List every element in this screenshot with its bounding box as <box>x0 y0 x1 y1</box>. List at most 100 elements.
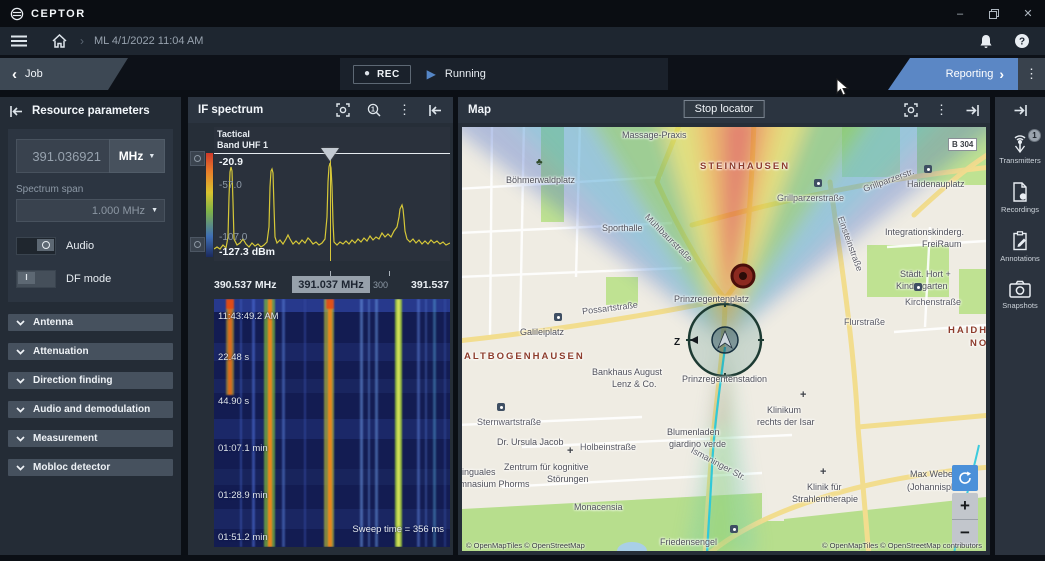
camera-icon <box>1009 280 1031 298</box>
tab-reporting[interactable]: Reporting › <box>888 58 1018 90</box>
map-menu-button[interactable]: ⋮ <box>934 102 949 118</box>
tab-job[interactable]: ‹ Job <box>0 58 128 90</box>
run-status[interactable]: ▶ Running <box>427 68 486 80</box>
rec-button[interactable]: ● REC <box>353 64 411 84</box>
breadcrumb[interactable]: ML 4/1/2022 11:04 AM <box>94 35 203 47</box>
minimize-button[interactable]: – <box>943 0 977 27</box>
map-label-friedensengel: Friedensengel <box>660 537 718 547</box>
right-sidebar: 1 Transmitters Recordings Annotations Sn… <box>995 97 1045 555</box>
map-label-klinik-1: Klinik für <box>807 482 842 492</box>
frequency-card: 391.036921 MHz ▼ Spectrum span 1.000 MHz… <box>8 129 173 302</box>
ceptor-app: CEPTOR – ✕ › ML 4/1/2022 11:04 AM ? ‹ Jo… <box>0 0 1045 561</box>
accordion-label: Measurement <box>33 433 98 444</box>
restore-button[interactable] <box>977 0 1011 27</box>
frequency-marker-icon[interactable] <box>321 148 339 161</box>
map-label-maxweber-1: Max Weber <box>910 469 956 479</box>
map-collapse-button[interactable] <box>965 103 980 118</box>
close-button[interactable]: ✕ <box>1011 0 1045 27</box>
freq-axis-left: 390.537 MHz <box>214 279 277 291</box>
transit-icon <box>554 313 563 322</box>
collapse-panel-button[interactable] <box>428 103 443 118</box>
if-spectrum-title: IF spectrum <box>198 104 264 116</box>
chevron-right-icon: › <box>999 66 1004 82</box>
hamburger-menu-button[interactable] <box>8 30 30 52</box>
annotations-icon <box>1013 231 1027 251</box>
waterfall-display[interactable]: 11:43:49.2 AM 22.48 s 44.90 s 01:07.1 mi… <box>214 299 450 547</box>
accordion-attenuation[interactable]: Attenuation <box>8 343 173 360</box>
map-label-blumenladen-1: Blumenladen <box>667 427 720 437</box>
map-attribution-left: © OpenMapTiles © OpenStreetMap <box>466 541 585 550</box>
df-toggle-knob: I <box>18 272 35 284</box>
df-mode-toggle-label: DF mode <box>66 273 112 285</box>
frequency-unit-dropdown[interactable]: MHz ▼ <box>109 139 165 173</box>
level-handle-bottom[interactable] <box>190 237 205 252</box>
map-label-monacensia: Monacensia <box>574 502 623 512</box>
kebab-icon: ⋮ <box>1025 66 1038 81</box>
collapse-left-icon[interactable] <box>10 105 23 117</box>
stop-locator-button[interactable]: Stop locator <box>683 100 765 118</box>
snapshot-button[interactable] <box>335 103 350 118</box>
sidebar-item-label: Transmitters <box>999 156 1041 165</box>
sidebar-item-transmitters[interactable]: 1 Transmitters <box>995 129 1045 165</box>
zoom-one-button[interactable]: 1 <box>366 103 381 118</box>
spectrum-span-value: 1.000 MHz <box>91 204 146 217</box>
hamburger-icon <box>11 35 27 47</box>
spectrum-plot[interactable]: Tactical Band UHF 1 -20.9 -57.0 -107.0 -… <box>214 127 450 261</box>
zoom-1-icon: 1 <box>367 103 381 117</box>
map-label-grillparzerstrasse: Grillparzerstraße <box>777 193 845 203</box>
viewfinder-icon <box>335 103 350 117</box>
map-label-hort-1: Städt. Hort + <box>900 269 951 279</box>
map-canvas[interactable]: Massage-Praxis STEINHAUSEN Böhmerwaldpla… <box>462 127 986 551</box>
sidebar-item-annotations[interactable]: Annotations <box>995 231 1045 263</box>
map-snapshot-button[interactable] <box>903 103 918 118</box>
resource-panel-header: Resource parameters <box>0 97 181 125</box>
help-button[interactable]: ? <box>1011 30 1033 52</box>
freq-axis-partial: 300 <box>373 280 389 290</box>
sweep-time-label: Sweep time = 356 ms <box>352 524 444 535</box>
accordion-direction-finding[interactable]: Direction finding <box>8 372 173 389</box>
df-mode-toggle[interactable]: I <box>16 270 56 288</box>
amplitude-colorbar[interactable] <box>206 153 213 257</box>
hospital-icon: + <box>567 445 574 457</box>
accordion-label: Audio and demodulation <box>33 404 151 415</box>
home-button[interactable] <box>48 30 70 52</box>
recenter-button[interactable] <box>952 465 978 491</box>
sidebar-collapse-button[interactable] <box>1014 105 1027 116</box>
chevron-down-icon <box>16 435 25 442</box>
frequency-input[interactable]: 391.036921 <box>16 139 109 173</box>
ceptor-logo-icon <box>10 7 24 20</box>
sidebar-item-label: Snapshots <box>1002 301 1038 310</box>
accordion-antenna[interactable]: Antenna <box>8 314 173 331</box>
tab-overflow-menu-button[interactable]: ⋮ <box>1018 58 1045 90</box>
map-header: Map Stop locator ⋮ <box>458 97 990 123</box>
sidebar-item-snapshots[interactable]: Snapshots <box>995 280 1045 310</box>
center-frequency-readout[interactable]: 391.037 MHz <box>292 276 370 293</box>
spectrum-span-dropdown[interactable]: 1.000 MHz ▼ <box>16 199 165 222</box>
svg-text:?: ? <box>1019 37 1025 48</box>
brand: CEPTOR <box>0 7 86 21</box>
notifications-button[interactable] <box>975 30 997 52</box>
panel-menu-button[interactable]: ⋮ <box>397 102 412 118</box>
map-label-haidenauplatz: Haidenauplatz <box>907 179 965 189</box>
sidebar-item-recordings[interactable]: Recordings <box>995 182 1045 214</box>
waterfall-time-5: 01:51.2 min <box>218 532 268 543</box>
accordion-measurement[interactable]: Measurement <box>8 430 173 447</box>
power-icon <box>41 241 50 249</box>
level-handle-top[interactable] <box>190 151 205 166</box>
zoom-in-button[interactable]: + <box>952 493 978 519</box>
chevron-down-icon <box>16 348 25 355</box>
map-title: Map <box>468 104 491 116</box>
accordion-audio-demodulation[interactable]: Audio and demodulation <box>8 401 173 418</box>
chevron-down-icon: ▼ <box>151 207 158 214</box>
accordion-mobloc-detector[interactable]: Mobloc detector <box>8 459 173 476</box>
restore-icon <box>989 8 999 19</box>
run-control-bar: ● REC ▶ Running <box>340 58 668 90</box>
map-label-flurstrasse: Flurstraße <box>844 317 886 327</box>
audio-toggle[interactable] <box>16 237 56 255</box>
resource-panel-title: Resource parameters <box>32 105 150 117</box>
hospital-icon: + <box>820 466 827 478</box>
rec-label: REC <box>377 68 400 80</box>
waterfall-time-0: 11:43:49.2 AM <box>218 311 279 322</box>
axis-tick <box>389 271 390 276</box>
transmitter-marker <box>730 263 756 289</box>
